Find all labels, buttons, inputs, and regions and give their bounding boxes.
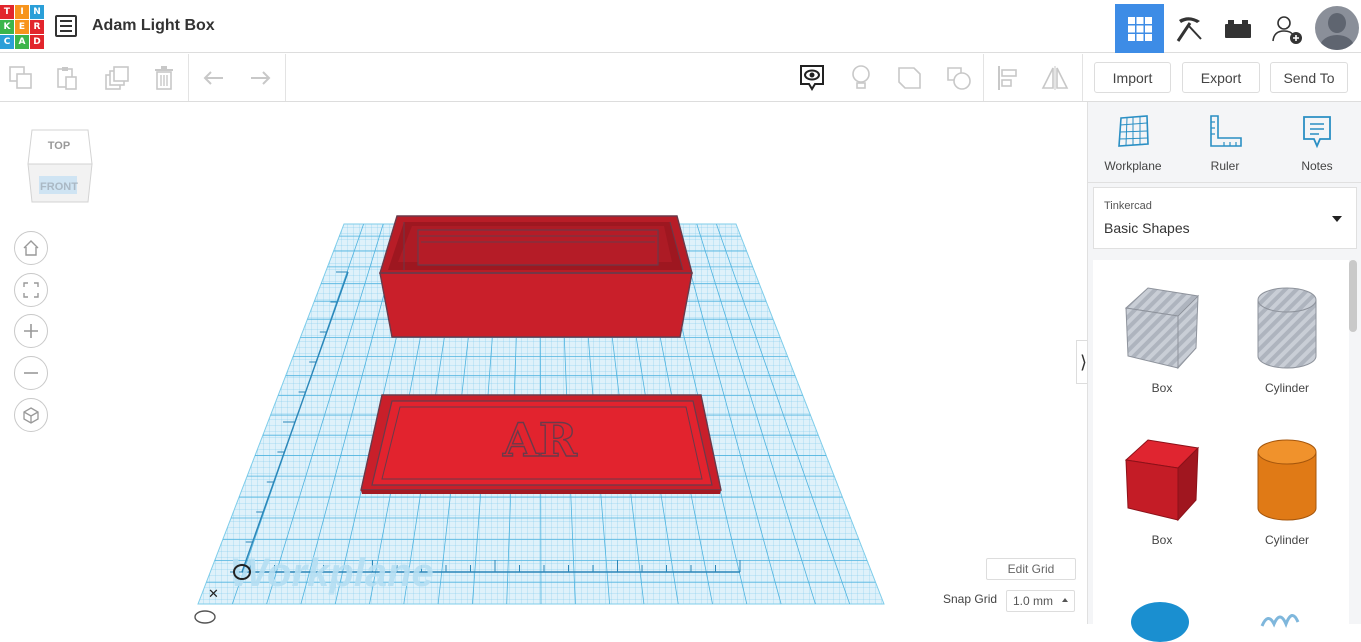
shape-box-solid-label: Box [1151,533,1173,547]
workplane-icon [1118,115,1149,147]
box-solid-icon [1124,439,1200,522]
shape-box-hole[interactable]: Box [1107,286,1217,395]
bricks-icon[interactable] [1213,4,1262,53]
box-container[interactable] [379,215,693,338]
import-button[interactable]: Import [1094,62,1171,93]
paste-icon[interactable] [52,63,82,93]
zoom-out-button[interactable] [14,356,48,390]
lightbulb-icon[interactable] [846,63,876,93]
logo-letter: D [30,35,44,49]
add-user-icon[interactable] [1262,4,1311,53]
library-selected: Basic Shapes [1104,220,1190,236]
show-hide-icon[interactable] [797,63,827,93]
shapes-panel: Workplane Ruler Notes Tinkercad Basic Sh… [1087,102,1361,642]
dropdown-arrow-icon [1332,216,1342,222]
redo-icon[interactable] [245,63,275,93]
cube-icon [23,407,39,424]
ruler-icon [1210,115,1242,147]
logo-letter: C [0,35,14,49]
view-cube-top-label: TOP [47,140,71,152]
logo-letter: R [30,20,44,34]
snap-grid-value: 1.0 mm [1013,594,1054,608]
duplicate-icon[interactable] [102,63,132,93]
tinkercad-logo[interactable]: TIN KER CAD [0,5,44,49]
notes-tool[interactable]: Notes [1282,114,1352,173]
design-title[interactable]: Adam Light Box [92,17,215,35]
workplane-tool-label: Workplane [1104,159,1162,173]
pickaxe-icon[interactable] [1164,4,1213,53]
plus-icon [24,324,38,338]
workplane-tool[interactable]: Workplane [1098,114,1168,173]
undo-icon[interactable] [199,63,229,93]
logo-letter: A [15,35,29,49]
logo-letter: E [15,20,29,34]
minus-icon [24,372,38,374]
shape-cylinder-hole-label: Cylinder [1264,381,1309,395]
home-icon [23,240,39,256]
logo-letter: K [0,20,14,34]
logo-letter: N [30,5,44,19]
fit-view-button[interactable] [14,273,48,307]
sphere-shape[interactable] [1131,602,1189,642]
copy-icon[interactable] [6,63,36,93]
group-icon[interactable] [895,63,925,93]
notes-icon [1303,116,1331,149]
ruler-tool[interactable]: Ruler [1190,114,1260,173]
perspective-button[interactable] [14,398,48,432]
shape-cylinder-solid[interactable]: Cylinder [1232,438,1342,547]
top-bar: TIN KER CAD Adam Light Box [0,0,1361,53]
shape-cylinder-hole[interactable]: Cylinder [1232,286,1342,395]
cylinder-solid-icon [1257,439,1317,521]
home-view-button[interactable] [14,231,48,265]
grid-view-icon[interactable] [1115,4,1164,53]
library-provider: Tinkercad [1104,200,1152,212]
box-hole-icon [1124,287,1200,370]
ruler-tool-label: Ruler [1210,159,1240,173]
shape-library-select[interactable]: Tinkercad Basic Shapes [1093,187,1357,249]
cylinder-hole-icon [1257,287,1317,369]
align-icon[interactable] [993,63,1023,93]
lid-text: AR [502,413,578,467]
workplane-scene[interactable]: Workplane ✕ AR [0,102,1087,624]
mirror-icon[interactable] [1040,63,1070,93]
send-to-button[interactable]: Send To [1270,62,1348,93]
ungroup-icon[interactable] [944,63,974,93]
notes-tool-label: Notes [1301,159,1333,173]
zoom-in-button[interactable] [14,314,48,348]
avatar[interactable] [1315,6,1359,50]
delete-icon[interactable] [149,63,179,93]
workplane-label: Workplane [230,551,434,595]
view-cube[interactable]: TOP FRONT [26,126,96,211]
shapes-grid: Box Cylinder Box Cylinder [1093,260,1349,642]
snap-grid-select[interactable]: 1.0 mm [1006,590,1075,612]
edit-grid-button[interactable]: Edit Grid [986,558,1076,580]
edit-toolbar: Import Export Send To [0,54,1361,102]
lid-plate[interactable]: AR [360,394,722,494]
snap-grid-label: Snap Grid [943,592,998,606]
3d-viewport[interactable]: Workplane ✕ AR TOP FRONT Edit Grid Snap … [0,102,1087,624]
shape-box-hole-label: Box [1151,381,1173,395]
shape-box-solid[interactable]: Box [1107,438,1217,547]
logo-letter: I [15,5,29,19]
caret-up-icon [1062,598,1068,602]
scribble-shape[interactable] [1258,608,1308,629]
header-icons [1115,4,1361,53]
fit-view-icon [23,282,39,298]
x-axis-icon: ✕ [208,587,219,602]
panel-scrollbar[interactable] [1349,260,1357,332]
design-menu-icon[interactable] [55,15,77,37]
shape-cylinder-solid-label: Cylinder [1264,533,1309,547]
logo-letter: T [0,5,14,19]
export-button[interactable]: Export [1182,62,1260,93]
view-cube-front-label: FRONT [40,181,78,193]
